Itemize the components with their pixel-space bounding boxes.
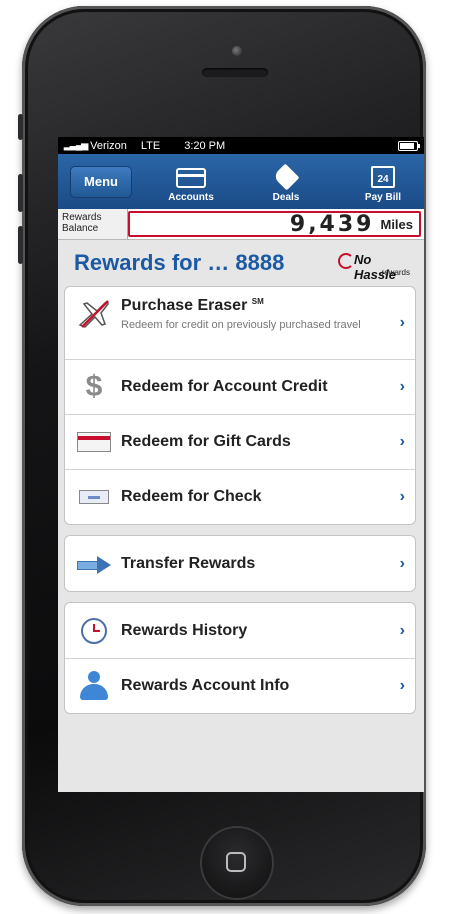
rewards-balance-label: Rewards Balance	[58, 209, 128, 239]
purchase-eraser-subtitle: Redeem for credit on previously purchase…	[121, 319, 361, 331]
chevron-right-icon: ›	[399, 314, 405, 331]
chevron-right-icon: ›	[399, 554, 405, 572]
menu-button[interactable]: Menu	[70, 165, 132, 198]
list-item-rewards-history[interactable]: Rewards History ›	[65, 603, 415, 658]
nav-pay-bill[interactable]: 24 Pay Bill	[348, 160, 418, 203]
chevron-right-icon: ›	[399, 433, 405, 450]
chevron-right-icon: ›	[399, 621, 405, 639]
chevron-right-icon: ›	[399, 488, 405, 505]
nav-pay-bill-label: Pay Bill	[364, 192, 402, 203]
arrow-right-icon	[77, 547, 111, 581]
status-time: 3:20 PM	[184, 139, 226, 152]
balance-display: 9,439 Miles	[128, 211, 421, 237]
list-item-gift-cards[interactable]: Redeem for Gift Cards ›	[65, 414, 415, 469]
list-item-purchase-eraser[interactable]: Purchase Eraser SM Redeem for credit on …	[65, 287, 415, 359]
service-mark: SM	[251, 297, 264, 306]
network-type: LTE	[140, 139, 161, 152]
transfer-rewards-label: Transfer Rewards	[121, 554, 256, 572]
airplane-icon	[77, 297, 111, 331]
list-item-check[interactable]: Redeem for Check ›	[65, 469, 415, 524]
status-bar: ▂▃▄▅ Verizon LTE 3:20 PM	[58, 137, 424, 154]
dollar-icon: $	[85, 370, 103, 403]
nav-accounts-label: Accounts	[168, 192, 214, 203]
logo-main-text: No Hassle	[354, 252, 396, 282]
redeem-options-card: Purchase Eraser SM Redeem for credit on …	[64, 286, 416, 525]
purchase-eraser-label: Purchase Eraser	[121, 297, 248, 314]
account-credit-label: Redeem for Account Credit	[121, 378, 328, 395]
list-item-transfer-rewards[interactable]: Transfer Rewards ›	[65, 536, 415, 591]
signal-icon: ▂▃▄▅	[64, 140, 88, 150]
tag-icon	[272, 163, 300, 191]
rewards-account-info-label: Rewards Account Info	[121, 677, 290, 694]
front-camera	[232, 46, 242, 56]
rewards-balance-bar: Rewards Balance 9,439 Miles	[58, 209, 424, 240]
accounts-icon	[176, 168, 206, 188]
transfer-card: Transfer Rewards ›	[64, 535, 416, 592]
top-nav-bar: Menu Accounts Deals 24 Pay Bill	[58, 154, 424, 209]
chevron-right-icon: ›	[399, 378, 405, 395]
list-item-rewards-account-info[interactable]: Rewards Account Info ›	[65, 658, 415, 713]
no-hassle-rewards-logo: No Hassle rewards	[336, 248, 412, 282]
nav-accounts[interactable]: Accounts	[156, 160, 226, 203]
balance-label-line2: Balance	[62, 223, 99, 234]
volume-up-button	[18, 174, 23, 212]
calendar-icon: 24	[371, 166, 395, 188]
carrier-name: Verizon	[90, 139, 127, 152]
volume-down-button	[18, 226, 23, 264]
logo-swoosh-icon	[338, 253, 354, 269]
person-icon	[77, 669, 111, 703]
page-title: Rewards for … 8888	[74, 250, 285, 275]
silent-switch	[18, 114, 23, 140]
list-item-account-credit[interactable]: $ Redeem for Account Credit ›	[65, 359, 415, 414]
phone-screen: ▂▃▄▅ Verizon LTE 3:20 PM Menu Accounts D…	[58, 137, 424, 792]
home-button[interactable]	[200, 826, 274, 900]
gift-card-icon	[77, 425, 111, 459]
nav-deals-label: Deals	[272, 192, 300, 203]
battery-icon	[398, 140, 420, 151]
rewards-history-label: Rewards History	[121, 621, 248, 639]
speaker-grille	[202, 68, 268, 77]
account-options-card: Rewards History › Rewards Account Info ›	[64, 602, 416, 714]
check-icon	[77, 480, 111, 514]
home-square-icon	[226, 852, 246, 872]
rewards-header: Rewards for … 8888 No Hassle rewards	[58, 240, 424, 286]
check-label: Redeem for Check	[121, 488, 262, 505]
chevron-right-icon: ›	[399, 677, 405, 694]
logo-sub-text: rewards	[381, 268, 410, 277]
history-clock-icon	[77, 614, 111, 648]
nav-deals[interactable]: Deals	[251, 160, 321, 203]
balance-label-line1: Rewards	[62, 212, 102, 223]
balance-unit: Miles	[380, 216, 413, 232]
balance-value: 9,439	[289, 211, 375, 237]
gift-cards-label: Redeem for Gift Cards	[121, 433, 291, 450]
